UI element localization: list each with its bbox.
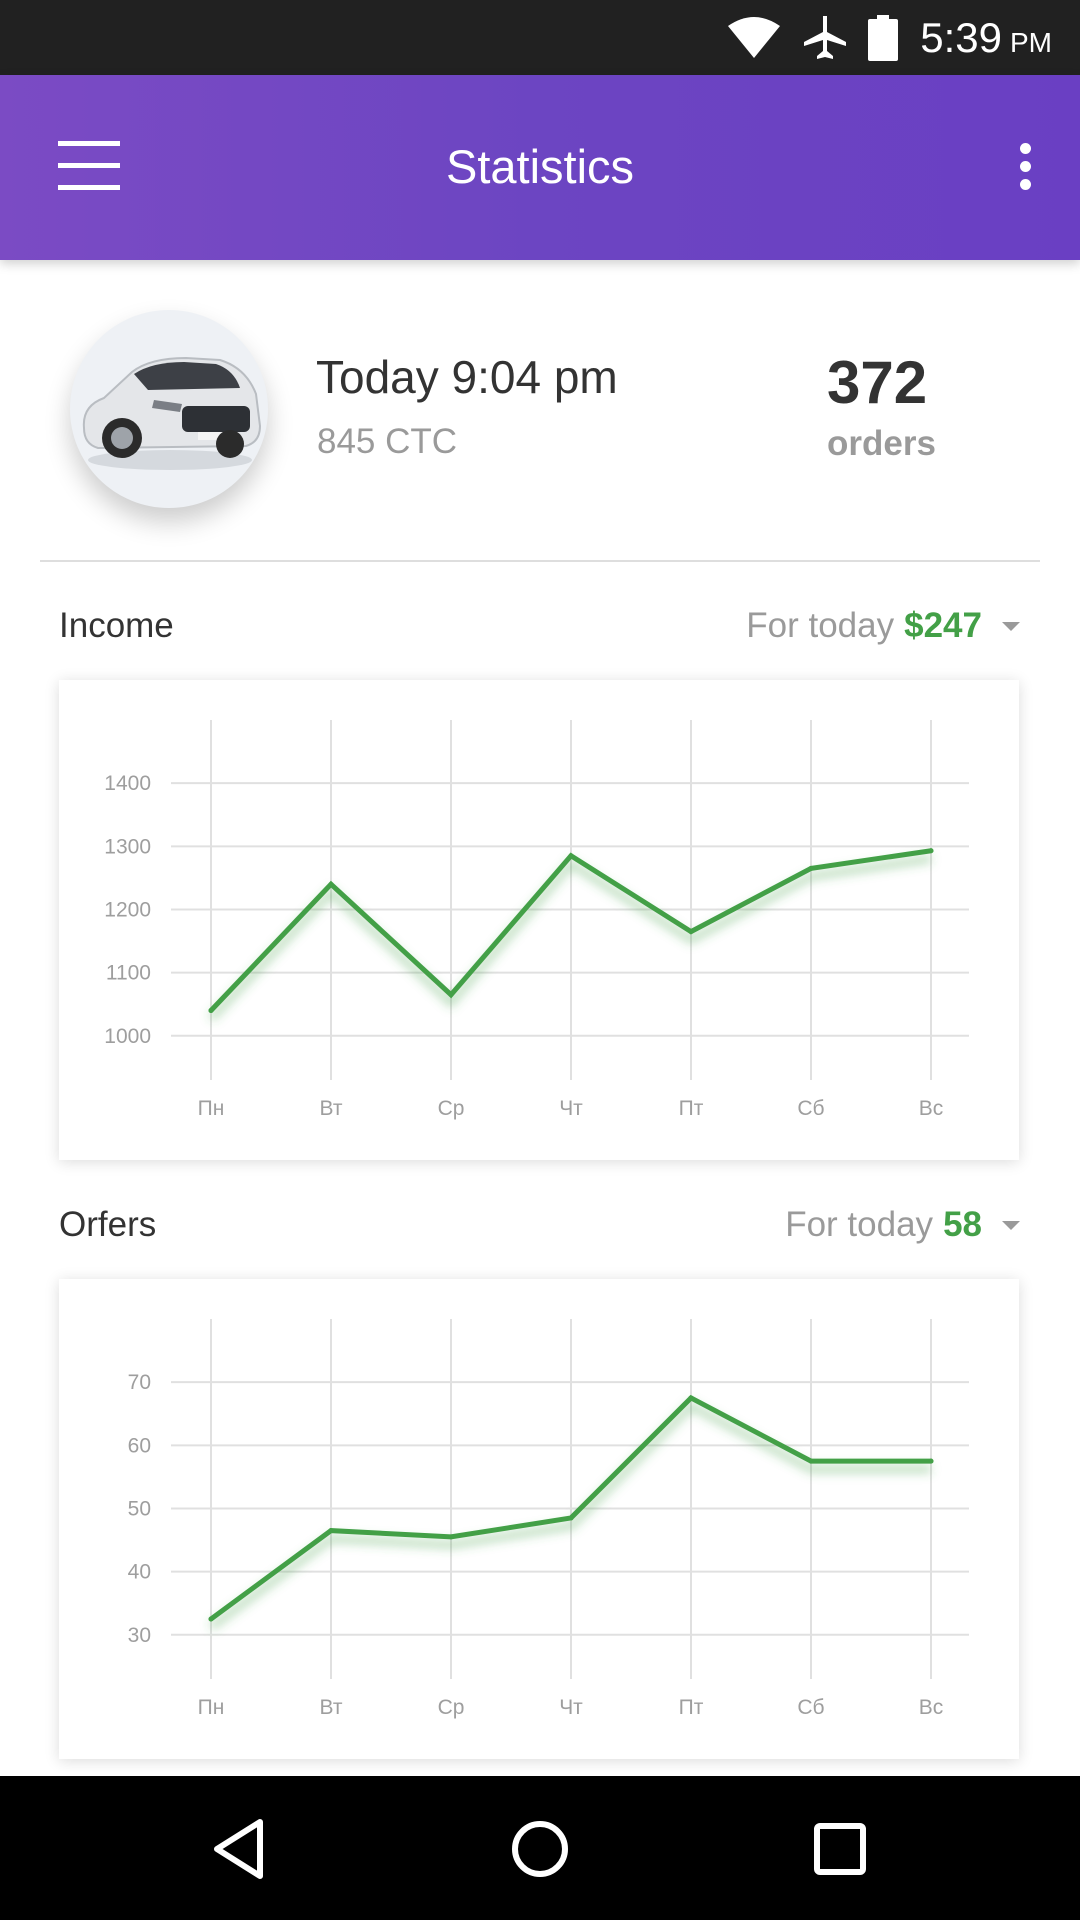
data-point: [688, 1395, 694, 1401]
navigation-bar: [0, 1776, 1080, 1920]
x-tick-label: Пт: [679, 1696, 704, 1719]
status-clock: 5:39 PM: [920, 14, 1052, 62]
data-point: [688, 929, 694, 935]
orders-label: orders: [827, 424, 936, 463]
orders-title: Orfers: [59, 1205, 157, 1244]
data-point: [568, 1515, 574, 1521]
dot-icon: [1020, 143, 1031, 154]
x-tick-label: Вс: [919, 1097, 944, 1120]
data-point: [448, 1534, 454, 1540]
dropdown-caret-icon: [1002, 621, 1020, 631]
car-plate: 845 CTC: [317, 422, 458, 461]
recents-icon[interactable]: [805, 1814, 875, 1884]
page-title: Statistics: [445, 140, 635, 193]
divider: [40, 560, 1040, 562]
data-point: [928, 848, 934, 854]
data-point: [928, 1458, 934, 1464]
airplane-mode-icon: [804, 15, 847, 59]
x-tick-label: Пт: [679, 1097, 704, 1120]
y-tick-label: 40: [128, 1561, 151, 1584]
data-point: [448, 992, 454, 998]
orders-chart: Пн Вт Ср Чт Пт Сб Вс 30 40 50 60 70: [128, 1319, 969, 1719]
dropdown-caret-icon: [1002, 1220, 1020, 1230]
x-tick-label: Ср: [438, 1097, 465, 1120]
y-tick-label: 60: [128, 1434, 151, 1457]
y-tick-label: 70: [128, 1371, 151, 1394]
orders-period-dropdown[interactable]: For today 58: [785, 1205, 1020, 1245]
data-point: [328, 1528, 334, 1534]
status-icons: 5:39 PM: [726, 0, 1080, 75]
x-tick-label: Вс: [919, 1696, 944, 1719]
orders-chart-card: Пн Вт Ср Чт Пт Сб Вс 30 40 50 60 70: [59, 1279, 1019, 1759]
data-point: [208, 1616, 214, 1622]
y-tick-label: 1100: [106, 962, 151, 985]
back-icon[interactable]: [205, 1814, 275, 1884]
x-tick-label: Чт: [559, 1097, 583, 1120]
status-bar: 5:39 PM: [0, 0, 1080, 75]
status-ampm: PM: [1010, 26, 1052, 58]
home-icon[interactable]: [505, 1814, 575, 1884]
x-tick-label: Вт: [320, 1696, 343, 1719]
income-chart: Пн Вт Ср Чт Пт Сб Вс 1000 1100 1200 1300 1400: [104, 720, 969, 1120]
wifi-icon: [728, 16, 781, 58]
y-tick-label: 1300: [104, 835, 151, 858]
dot-icon: [1020, 161, 1031, 172]
last-update-time: Today 9:04 pm: [316, 351, 618, 403]
more-options-button[interactable]: [1010, 137, 1040, 197]
y-tick-label: 30: [128, 1624, 151, 1647]
x-tick-label: Пн: [198, 1696, 225, 1719]
x-tick-label: Вт: [320, 1097, 343, 1120]
x-tick-label: Сб: [797, 1696, 824, 1719]
data-point: [568, 853, 574, 859]
y-tick-label: 1400: [104, 772, 151, 795]
x-tick-label: Ср: [438, 1696, 465, 1719]
data-point: [808, 1458, 814, 1464]
x-tick-label: Пн: [198, 1097, 225, 1120]
data-point: [328, 881, 334, 887]
status-time: 5:39: [920, 13, 1002, 61]
orders-today-value: 58: [943, 1205, 982, 1244]
car-avatar: [70, 310, 268, 508]
dot-icon: [1020, 179, 1031, 190]
income-title: Income: [59, 606, 174, 645]
y-tick-label: 50: [128, 1497, 151, 1520]
orders-count: 372: [827, 349, 928, 416]
x-tick-label: Чт: [559, 1696, 583, 1719]
battery-icon: [868, 14, 899, 61]
data-point: [808, 865, 814, 871]
income-period-label: For today: [746, 606, 895, 645]
y-tick-label: 1200: [104, 898, 151, 921]
app-bar: Statistics: [0, 75, 1080, 260]
income-chart-card: Пн Вт Ср Чт Пт Сб Вс 1000 1100 1200 1300 1400: [59, 680, 1019, 1160]
y-tick-label: 1000: [104, 1025, 151, 1048]
income-period-dropdown[interactable]: For today $247: [746, 606, 1020, 646]
data-point: [208, 1008, 214, 1014]
x-tick-label: Сб: [797, 1097, 824, 1120]
orders-period-label: For today: [785, 1205, 934, 1244]
income-today-value: $247: [904, 606, 982, 645]
car-image: [82, 356, 262, 470]
